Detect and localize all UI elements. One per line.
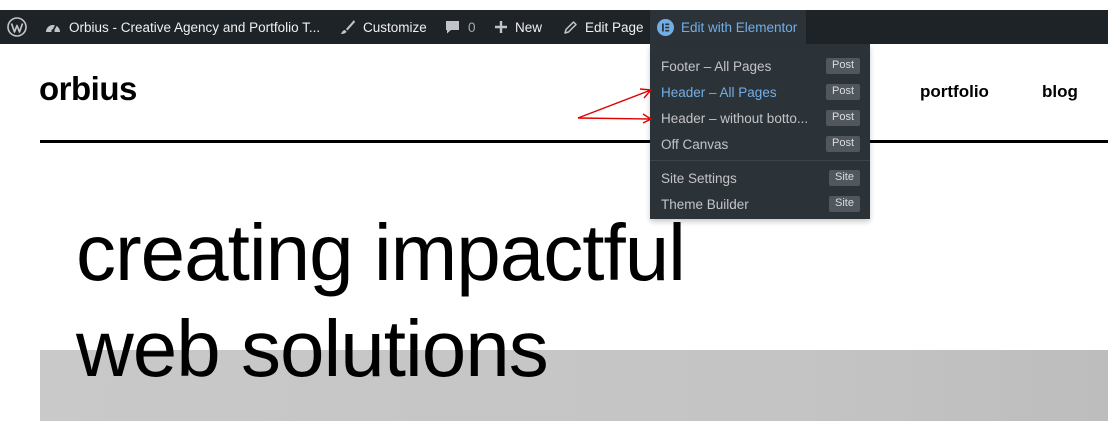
- annotation-arrows: [577, 88, 653, 124]
- annotation-arrow-icon: [577, 113, 653, 124]
- annotation-arrow-icon: [577, 88, 653, 119]
